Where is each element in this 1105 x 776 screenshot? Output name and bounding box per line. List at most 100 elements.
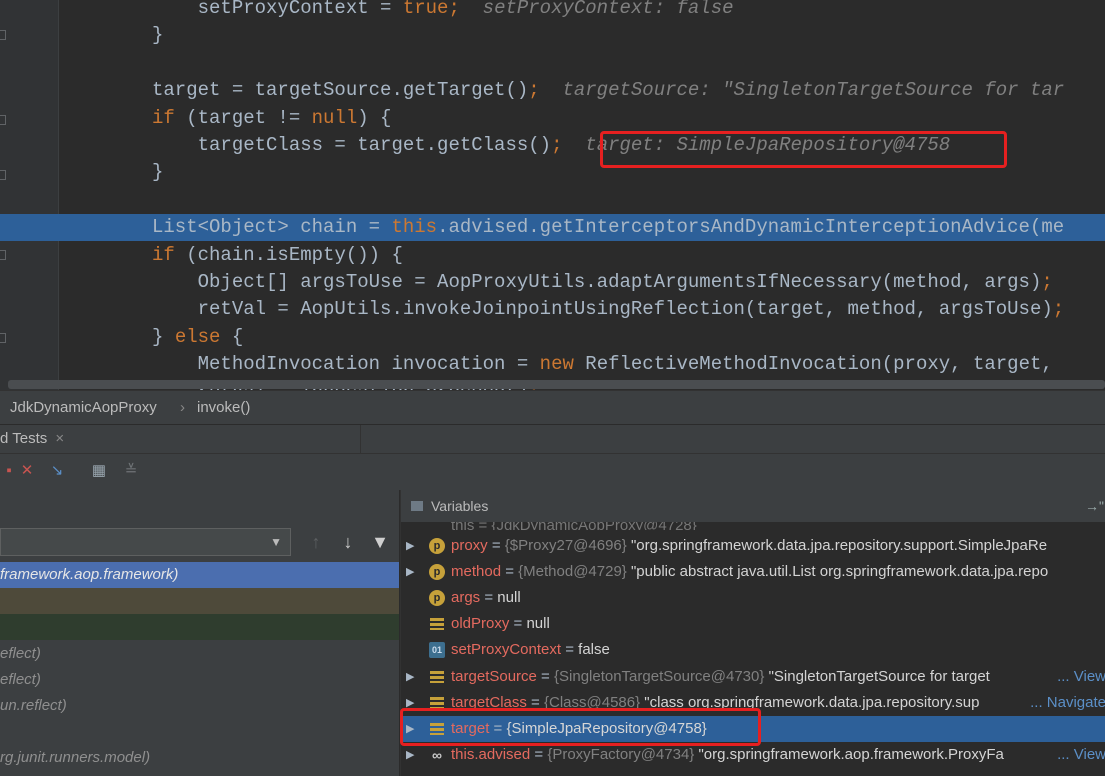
expand-arrow-icon[interactable]: ▶	[406, 559, 418, 585]
stop-frames-icon[interactable]: ▪	[0, 462, 18, 480]
variable-row-proxy[interactable]: ▶ p proxy = {$Proxy27@4696} "org.springfra…	[401, 533, 1105, 559]
breadcrumb: JdkDynamicAopProxy › invoke()	[0, 390, 1105, 425]
filter-icon[interactable]: ▼	[370, 532, 390, 552]
code-token: retVal = AopUtils.invokeJoinpointUsingRe…	[152, 298, 1053, 321]
watch-icon: ∞	[432, 746, 442, 763]
code-line-current[interactable]: List<Object> chain = this.advised.getInt…	[0, 214, 1105, 242]
breadcrumb-class[interactable]: JdkDynamicAopProxy	[10, 391, 157, 425]
variable-text: setProxyContext = false	[451, 637, 610, 663]
code-token: MethodInvocation invocation =	[152, 353, 540, 376]
variable-type: {ProxyFactory@4734}	[547, 745, 695, 763]
editor-horizontal-scrollbar[interactable]	[8, 380, 1105, 389]
code-line[interactable]	[0, 50, 1105, 77]
code-token: Object[] argsToUse = AopProxyUtils.adapt…	[152, 271, 1042, 293]
variable-row-targetSource[interactable]: ▶ targetSource = {SingletonTargetSource@4…	[401, 663, 1105, 690]
code-token: }	[152, 24, 164, 47]
code-editor[interactable]: setProxyContext = true; setProxyContext:…	[0, 0, 1105, 390]
code-token: if	[152, 106, 175, 129]
equals-sign: =	[487, 537, 505, 554]
code-line[interactable]: MethodInvocation invocation = new Reflec…	[0, 351, 1105, 378]
next-frame-icon[interactable]: ↓	[338, 532, 358, 552]
stack-frame-row[interactable]	[0, 719, 399, 745]
code-token: List<Object> chain =	[152, 216, 392, 239]
expand-arrow-icon[interactable]: ▶	[406, 664, 418, 690]
code-token: target = targetSource.getTarget()	[152, 79, 529, 102]
code-token: ) {	[357, 106, 392, 129]
step-cursor-icon[interactable]: ↘	[48, 462, 66, 480]
thread-select[interactable]: ▼	[0, 528, 291, 556]
stack-frame-row[interactable]: eflect)	[0, 667, 399, 693]
code-token: this	[391, 216, 438, 239]
table-view-icon[interactable]: ▦	[90, 462, 108, 480]
code-token: targetSource: "SingletonTargetSource for…	[539, 79, 1065, 102]
view-link[interactable]: ... Navigate	[1026, 689, 1105, 716]
partial-variable-text: this = {JdkDynamicAopProxy@4728}	[451, 522, 697, 530]
parameter-icon: p	[429, 590, 445, 607]
code-line[interactable]: if (chain.isEmpty()) {	[0, 242, 1105, 269]
target-highlight-box	[400, 708, 761, 746]
code-line[interactable]: target = targetSource.getTarget(); targe…	[0, 77, 1105, 104]
expand-arrow-icon[interactable]: ▶	[406, 533, 418, 559]
close-icon[interactable]: ×	[55, 430, 64, 447]
code-line[interactable]: Object[] argsToUse = AopProxyUtils.adapt…	[0, 269, 1105, 296]
field-icon	[429, 616, 445, 632]
variable-name: proxy	[451, 537, 488, 554]
parameter-icon: p	[429, 564, 445, 581]
boolean-icon: 01	[429, 642, 445, 659]
code-token: }	[152, 325, 175, 348]
tab-tests[interactable]: d Tests ×	[0, 425, 361, 453]
code-token: targetClass = target.getClass()	[152, 134, 552, 156]
variable-text: proxy = {$Proxy27@4696} "org.springframe…	[451, 533, 1047, 559]
debug-tab-bar: d Tests ×	[0, 424, 1105, 453]
stack-frame-row[interactable]	[0, 588, 399, 615]
variable-value: "org.springframework.data.jpa.repository…	[630, 537, 1048, 554]
stack-frame-row[interactable]	[0, 614, 399, 641]
variable-name: this.advised	[451, 745, 531, 763]
code-token: new	[539, 353, 574, 376]
code-token: ;	[1052, 298, 1065, 321]
code-token: ;	[448, 0, 460, 19]
pin-icon[interactable]: →"	[1085, 490, 1104, 522]
view-link[interactable]: ... View	[1053, 663, 1105, 690]
variable-row-oldProxy[interactable]: oldProxy = null	[401, 611, 1105, 637]
variable-value: "org.springframework.aop.framework.Proxy…	[698, 745, 1004, 763]
stack-frame-row[interactable]: framework.aop.framework)	[0, 562, 399, 588]
previous-frame-icon[interactable]: ↑	[306, 532, 326, 552]
code-token: null	[311, 106, 358, 129]
code-line[interactable]: retVal = AopUtils.invokeJoinpointUsingRe…	[0, 296, 1105, 323]
view-link[interactable]: ... View	[1053, 741, 1105, 768]
variable-text: targetSource = {SingletonTargetSource@47…	[451, 664, 990, 690]
equals-sign: =	[509, 615, 527, 633]
variable-name: args	[451, 589, 481, 607]
variable-type: {SingletonTargetSource@4730}	[554, 667, 765, 685]
stack-frame-row[interactable]: rg.junit.runners.model)	[0, 745, 399, 771]
code-line[interactable]: }	[0, 22, 1105, 49]
code-token: ReflectiveMethodInvocation(proxy, target…	[573, 353, 1065, 376]
equals-sign: =	[480, 589, 498, 607]
breadcrumb-method[interactable]: invoke()	[197, 391, 250, 425]
code-line[interactable]	[0, 187, 1105, 214]
code-token: (target !=	[174, 106, 312, 129]
variable-row-method[interactable]: ▶ p method = {Method@4729} "public abstrac…	[401, 559, 1105, 585]
variable-value: "public abstract java.util.List org.spri…	[630, 563, 1049, 581]
variables-panel: Variables →" this = {JdkDynamicAopProxy@…	[400, 490, 1105, 776]
equals-sign: =	[561, 641, 579, 659]
variable-row-args[interactable]: p args = null	[401, 585, 1105, 611]
variable-name: oldProxy	[451, 615, 510, 633]
variable-row-setProxyContext[interactable]: 01 setProxyContext = false	[401, 637, 1105, 663]
code-line[interactable]: if (target != null) {	[0, 105, 1105, 132]
align-icon[interactable]: ≚	[122, 462, 140, 480]
stack-frame-row[interactable]: eflect)	[0, 641, 399, 667]
code-line[interactable]: setProxyContext = true; setProxyContext:…	[0, 0, 1105, 22]
breadcrumb-separator: ›	[180, 399, 185, 416]
variable-value: null	[526, 615, 550, 633]
code-line[interactable]: } else {	[0, 324, 1105, 351]
variables-header: Variables →"	[401, 490, 1105, 522]
stack-frame-row[interactable]: un.reflect)	[0, 693, 399, 719]
filter-frames-icon[interactable]: ✕	[18, 462, 36, 480]
variable-name: setProxyContext	[451, 641, 562, 659]
variables-icon	[411, 501, 423, 511]
code-token: }	[152, 161, 164, 184]
code-token: (chain.isEmpty()) {	[174, 243, 403, 266]
tab-tests-label: d Tests	[0, 430, 48, 447]
